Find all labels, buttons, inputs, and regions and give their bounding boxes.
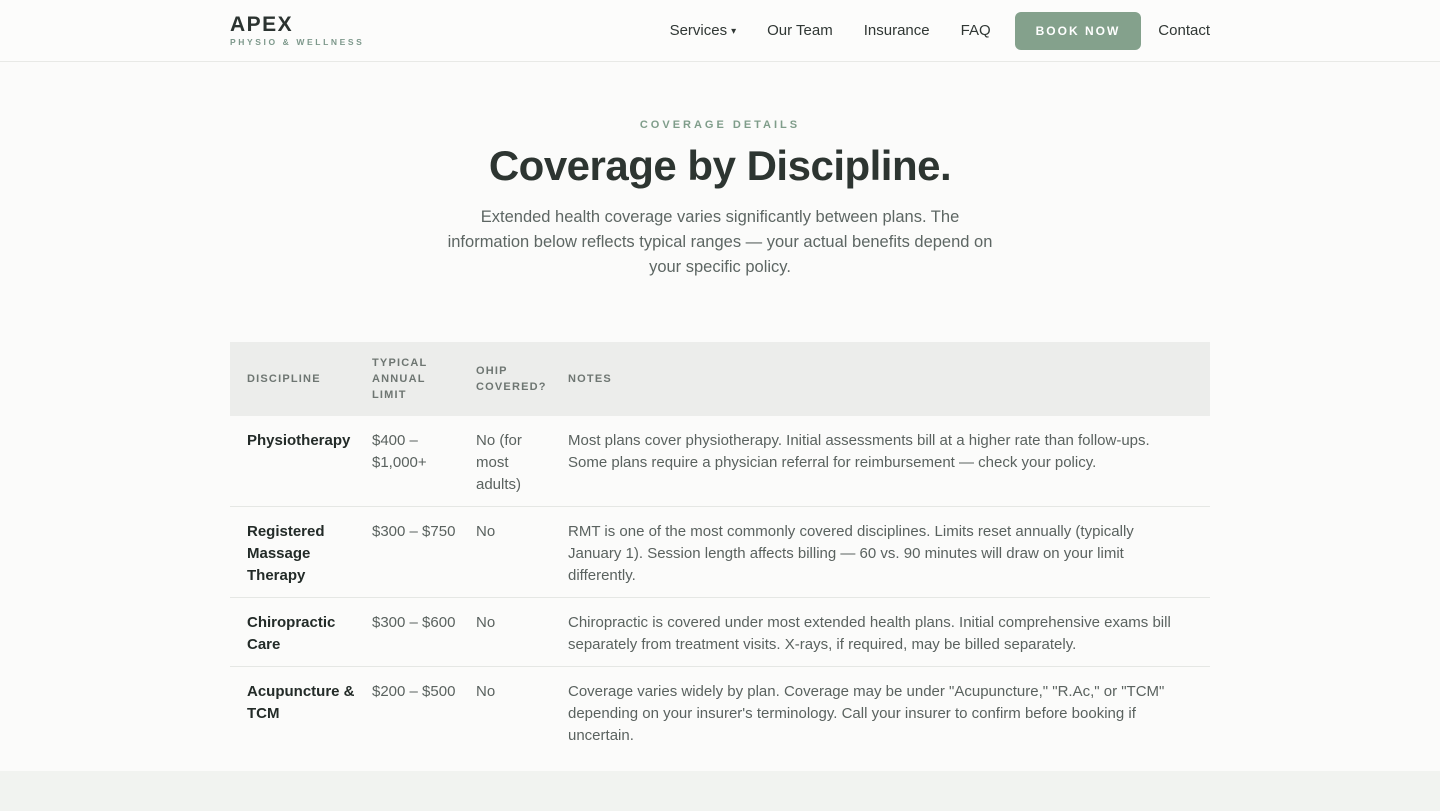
cell-discipline: Chiropractic Care <box>230 598 372 667</box>
cell-annual-limit: $300 – $750 <box>372 507 476 598</box>
page-title: Coverage by Discipline. <box>230 142 1210 190</box>
nav-item-our-team[interactable]: Our Team <box>767 22 833 39</box>
page-subtitle: Extended health coverage varies signific… <box>444 205 996 280</box>
table-row: Registered Massage Therapy $300 – $750 N… <box>230 507 1210 598</box>
table-row: Acupuncture & TCM $200 – $500 No Coverag… <box>230 667 1210 758</box>
cell-annual-limit: $300 – $600 <box>372 598 476 667</box>
cell-discipline: Acupuncture & TCM <box>230 667 372 758</box>
page-footer <box>0 771 1440 811</box>
cell-discipline: Physiotherapy <box>230 416 372 507</box>
main-content: COVERAGE DETAILS Coverage by Discipline.… <box>230 62 1210 771</box>
column-header-ohip-covered: OHIP COVERED? <box>476 342 568 416</box>
nav-item-insurance[interactable]: Insurance <box>864 22 930 39</box>
brand-logo[interactable]: APEX PHYSIO & WELLNESS <box>230 14 364 47</box>
cell-annual-limit: $200 – $500 <box>372 667 476 758</box>
column-header-typical-annual-limit: TYPICAL ANNUAL LIMIT <box>372 342 476 416</box>
cell-notes: RMT is one of the most commonly covered … <box>568 507 1210 598</box>
nav-item-services-label: Services <box>670 22 728 39</box>
book-now-button[interactable]: BOOK NOW <box>1015 12 1142 50</box>
nav-item-contact[interactable]: Contact <box>1158 22 1210 39</box>
top-navigation-bar: APEX PHYSIO & WELLNESS Services▾ Our Tea… <box>0 0 1440 62</box>
table-row: Physiotherapy $400 – $1,000+ No (for mos… <box>230 416 1210 507</box>
cell-notes: Most plans cover physiotherapy. Initial … <box>568 416 1210 507</box>
brand-tagline: PHYSIO & WELLNESS <box>230 38 364 47</box>
cell-discipline: Registered Massage Therapy <box>230 507 372 598</box>
cell-ohip-covered: No <box>476 507 568 598</box>
column-header-discipline: DISCIPLINE <box>230 342 372 416</box>
brand-name: APEX <box>230 14 364 35</box>
column-header-notes: NOTES <box>568 342 1210 416</box>
cell-annual-limit: $400 – $1,000+ <box>372 416 476 507</box>
cell-notes: Chiropractic is covered under most exten… <box>568 598 1210 667</box>
main-nav: Services▾ Our Team Insurance FAQ BOOK NO… <box>670 12 1210 50</box>
nav-item-faq[interactable]: FAQ <box>961 22 991 39</box>
chevron-down-icon: ▾ <box>731 26 736 37</box>
coverage-table-wrapper: DISCIPLINE TYPICAL ANNUAL LIMIT OHIP COV… <box>230 342 1210 757</box>
cell-notes: Coverage varies widely by plan. Coverage… <box>568 667 1210 758</box>
cell-ohip-covered: No <box>476 667 568 758</box>
nav-item-services[interactable]: Services▾ <box>670 22 737 39</box>
table-row: Chiropractic Care $300 – $600 No Chiropr… <box>230 598 1210 667</box>
section-eyebrow: COVERAGE DETAILS <box>230 119 1210 131</box>
cell-ohip-covered: No (for most adults) <box>476 416 568 507</box>
cell-ohip-covered: No <box>476 598 568 667</box>
coverage-table: DISCIPLINE TYPICAL ANNUAL LIMIT OHIP COV… <box>230 342 1210 757</box>
top-navigation-inner: APEX PHYSIO & WELLNESS Services▾ Our Tea… <box>230 0 1210 61</box>
table-header-row: DISCIPLINE TYPICAL ANNUAL LIMIT OHIP COV… <box>230 342 1210 416</box>
